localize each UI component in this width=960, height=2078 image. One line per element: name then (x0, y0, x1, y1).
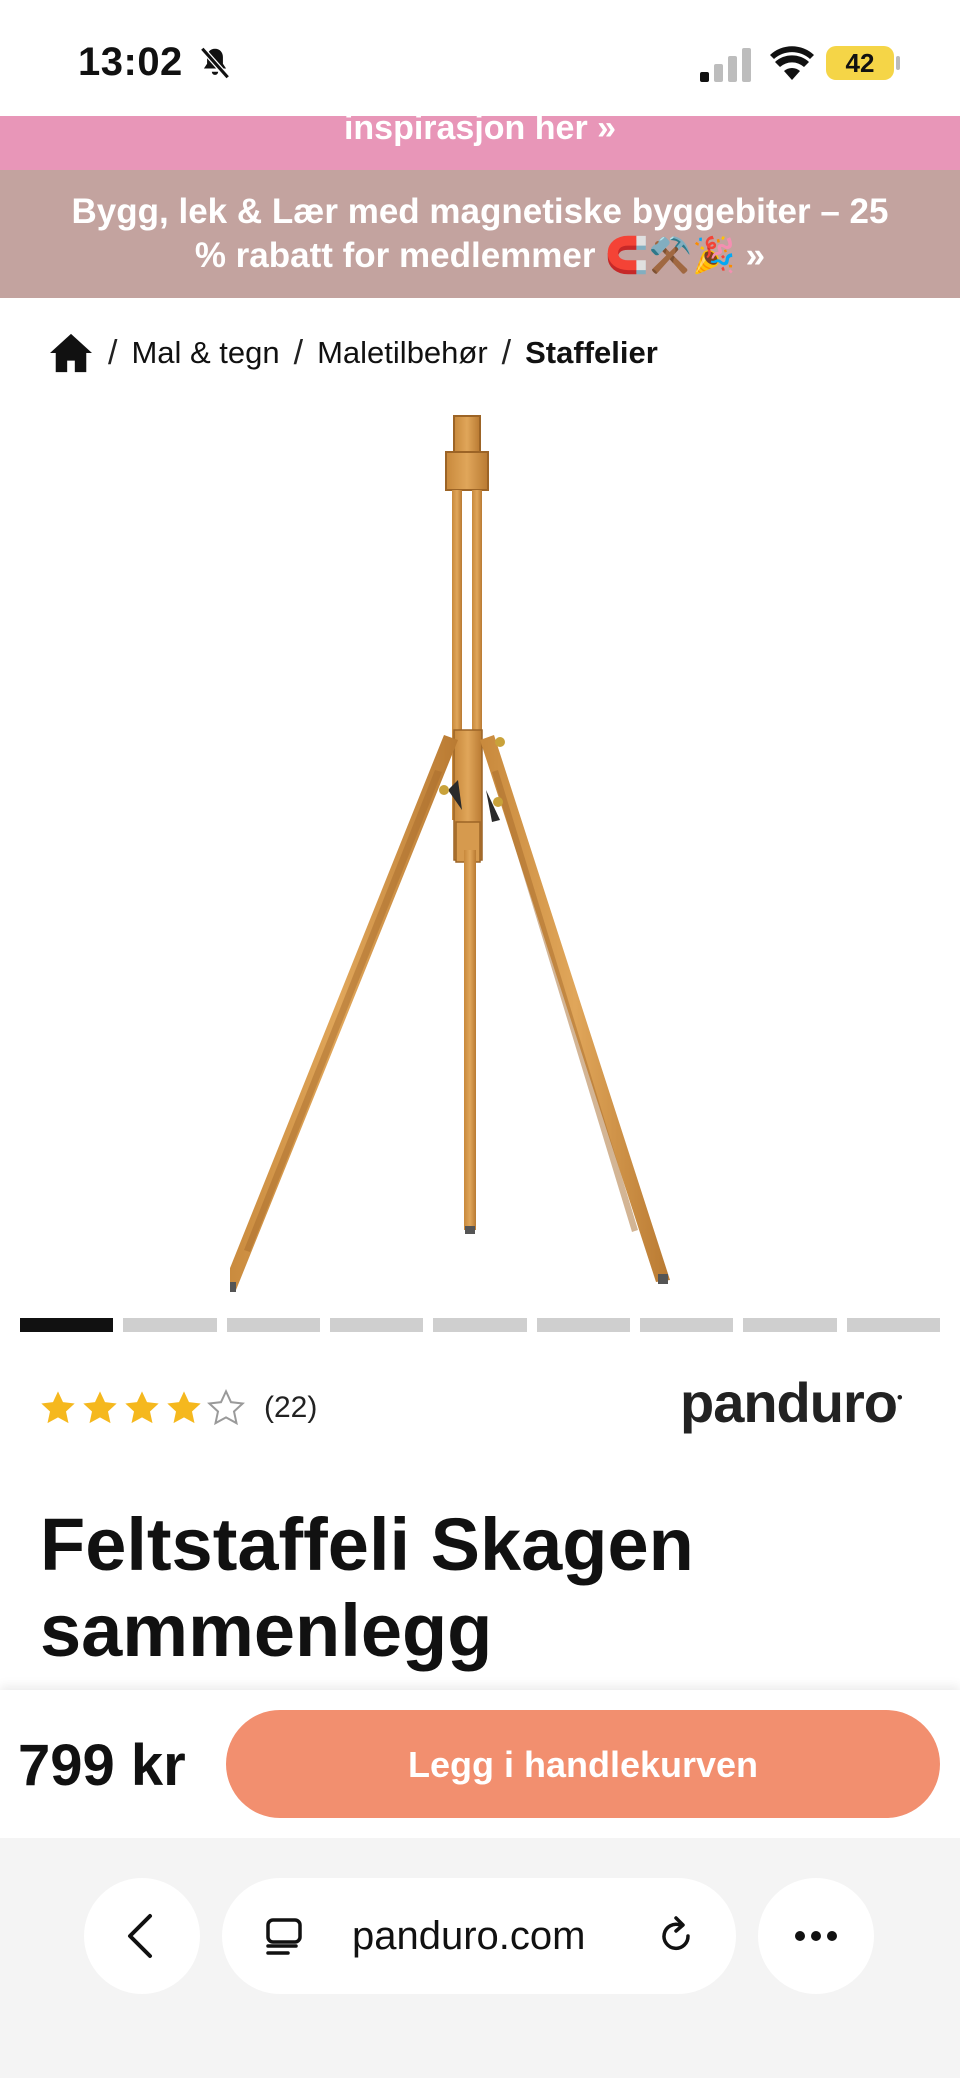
breadcrumb-maletilbehor[interactable]: Maletilbehør (317, 335, 488, 371)
cellular-signal-icon (700, 48, 751, 82)
review-count[interactable]: (22) (264, 1391, 317, 1425)
battery-icon: 42 (826, 46, 894, 80)
star-empty-icon (207, 1388, 245, 1426)
carousel-dot[interactable] (639, 1318, 734, 1332)
back-button[interactable] (84, 1878, 200, 1994)
tabs-icon[interactable] (262, 1914, 306, 1958)
brand-mark: • (896, 1389, 903, 1407)
battery-cap (896, 56, 900, 70)
reload-icon[interactable] (654, 1914, 698, 1958)
carousel-dot[interactable] (846, 1318, 940, 1332)
carousel-dot[interactable] (536, 1318, 630, 1332)
product-image-easel[interactable] (230, 410, 730, 1300)
carousel-dot[interactable] (226, 1318, 320, 1332)
home-icon[interactable] (48, 332, 94, 374)
product-rating[interactable]: (22) (38, 1388, 317, 1428)
star-filled-icon (83, 1391, 117, 1424)
breadcrumb-separator: / (108, 333, 118, 372)
product-title-line-1: Feltstaffeli Skagen (40, 1503, 694, 1586)
breadcrumb-mal-tegn[interactable]: Mal & tegn (131, 335, 279, 371)
url-text: panduro.com (352, 1914, 586, 1958)
star-filled-icon (41, 1391, 75, 1424)
browser-toolbar: panduro.com (0, 1838, 960, 2078)
more-button[interactable] (758, 1878, 874, 1994)
status-time: 13:02 (78, 40, 183, 84)
buy-bar: 799 kr Legg i handlekurven (0, 1690, 960, 1838)
product-title: Feltstaffeli Skagen sammenlegg (40, 1502, 920, 1674)
carousel-dot[interactable] (123, 1318, 217, 1332)
promo-line-1: Bygg, lek & Lær med magnetiske byggebite… (71, 192, 889, 231)
more-icon (795, 1931, 837, 1941)
product-title-line-2: sammenlegg (40, 1589, 493, 1672)
star-filled-icon (125, 1391, 159, 1424)
breadcrumb-separator: / (501, 333, 512, 372)
carousel-dot[interactable] (20, 1318, 114, 1332)
carousel-indicators (20, 1318, 940, 1332)
address-bar[interactable]: panduro.com (222, 1878, 736, 1994)
brand-logo[interactable]: panduro• (680, 1370, 903, 1435)
promo-banner-magnetic[interactable]: Bygg, lek & Lær med magnetiske byggebite… (0, 170, 960, 298)
product-price: 799 kr (18, 1733, 186, 1798)
promo-line-2: % rabatt for medlemmer 🧲⚒️🎉 » (194, 236, 766, 275)
battery-level: 42 (845, 48, 875, 78)
breadcrumb-staffelier[interactable]: Staffelier (525, 335, 658, 371)
breadcrumb-separator: / (293, 333, 304, 372)
star-filled-icon (167, 1391, 201, 1424)
promo-banner-top-text: inspirasjon her » (343, 116, 617, 147)
wifi-icon (770, 46, 814, 80)
status-bar: 13:02 42 (0, 0, 960, 118)
promo-banner-top[interactable]: inspirasjon her » (0, 116, 960, 170)
add-to-cart-button[interactable]: Legg i handlekurven (226, 1710, 940, 1818)
brand-name: panduro (680, 1371, 898, 1434)
back-icon (128, 1914, 152, 1958)
carousel-dot[interactable] (433, 1318, 527, 1332)
breadcrumb: / Mal & tegn / Maletilbehør / Staffelier (48, 330, 658, 376)
carousel-dot[interactable] (329, 1318, 424, 1332)
carousel-dot[interactable] (743, 1318, 837, 1332)
bell-slash-icon (200, 46, 230, 80)
